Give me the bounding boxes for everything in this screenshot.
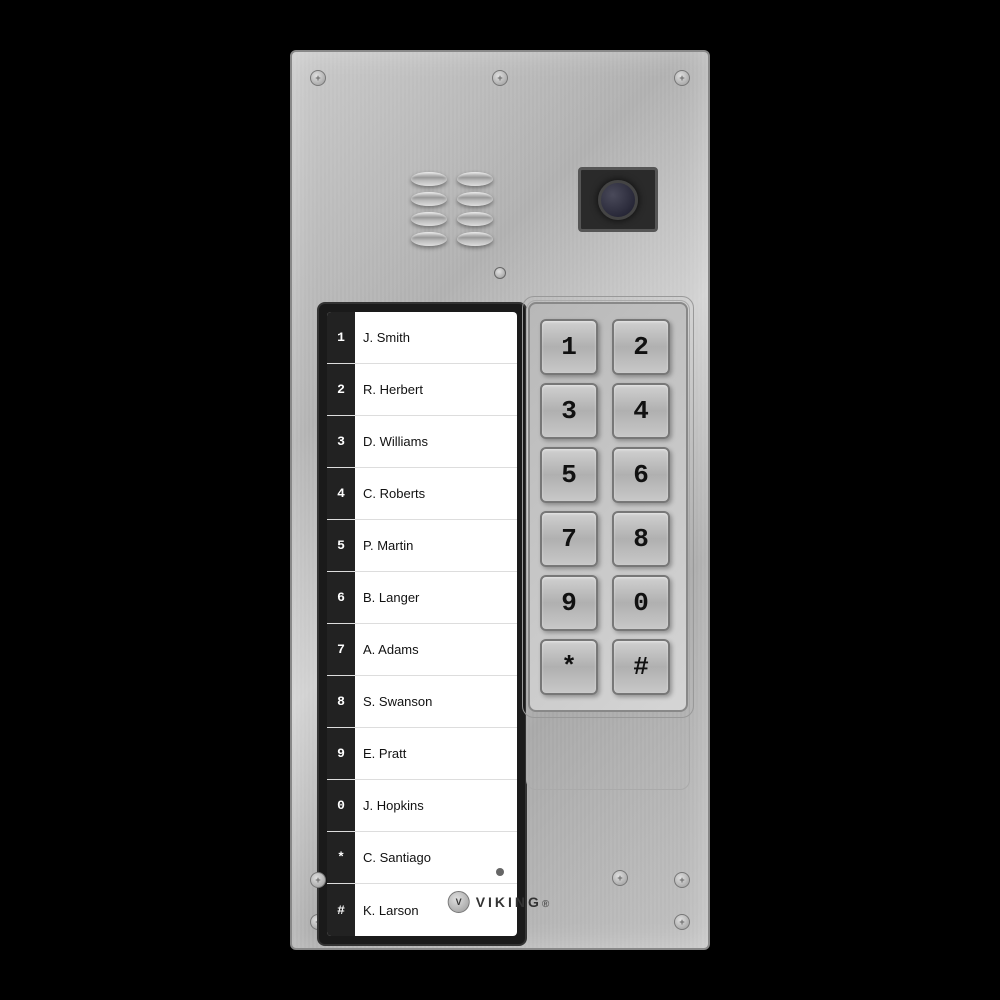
camera [578, 167, 658, 232]
key-button-4[interactable]: 4 [612, 383, 670, 439]
directory-name: J. Smith [355, 330, 418, 345]
keypad-section: 1234567890*# [528, 302, 688, 712]
directory-panel: 1J. Smith2R. Herbert3D. Williams4C. Robe… [317, 302, 527, 946]
key-button-9[interactable]: 9 [540, 575, 598, 631]
key-button-2[interactable]: 2 [612, 319, 670, 375]
directory-name: R. Herbert [355, 382, 431, 397]
key-button-1[interactable]: 1 [540, 319, 598, 375]
directory-name: D. Williams [355, 434, 436, 449]
directory-row[interactable]: *C. Santiago [327, 832, 517, 884]
key-button-8[interactable]: 8 [612, 511, 670, 567]
directory-name: C. Roberts [355, 486, 433, 501]
directory-key: 3 [327, 416, 355, 467]
speaker-bump [457, 232, 493, 246]
speaker-row-3 [372, 212, 532, 226]
speaker-bump [411, 172, 447, 186]
directory-key: # [327, 884, 355, 936]
brand-name: VIKING® [476, 894, 553, 910]
directory-key: 6 [327, 572, 355, 623]
camera-lens [598, 180, 638, 220]
speaker-row-4 [372, 232, 532, 246]
key-button-7[interactable]: 7 [540, 511, 598, 567]
speaker-bump [457, 192, 493, 206]
screw-bottom-right [674, 914, 690, 930]
directory-key: 4 [327, 468, 355, 519]
led-indicator [494, 267, 506, 279]
directory-name: A. Adams [355, 642, 427, 657]
directory-name: B. Langer [355, 590, 427, 605]
directory-row[interactable]: 9E. Pratt [327, 728, 517, 780]
brand-symbol: ® [542, 899, 552, 910]
screw-top-left [310, 70, 326, 86]
directory-name: P. Martin [355, 538, 421, 553]
speaker-bump [411, 212, 447, 226]
speaker-bump [457, 212, 493, 226]
speaker-bump [411, 192, 447, 206]
directory-name: K. Larson [355, 903, 427, 918]
directory-row[interactable]: 8S. Swanson [327, 676, 517, 728]
logo-icon: V [448, 891, 470, 913]
screw-top-center [492, 70, 508, 86]
directory-key: 2 [327, 364, 355, 415]
directory-row[interactable]: 6B. Langer [327, 572, 517, 624]
directory-key: * [327, 832, 355, 883]
directory-name: C. Santiago [355, 850, 439, 865]
directory-key: 8 [327, 676, 355, 727]
keypad-grid: 1234567890*# [540, 319, 676, 695]
directory-key: 5 [327, 520, 355, 571]
directory-key: 1 [327, 312, 355, 363]
directory-key: 0 [327, 780, 355, 831]
screw-bottom-right2 [674, 872, 690, 888]
directory-row[interactable]: 3D. Williams [327, 416, 517, 468]
speaker-row-2 [372, 192, 532, 206]
directory-name: J. Hopkins [355, 798, 432, 813]
key-button-#[interactable]: # [612, 639, 670, 695]
speaker-bump [457, 172, 493, 186]
key-button-*[interactable]: * [540, 639, 598, 695]
directory-row[interactable]: 0J. Hopkins [327, 780, 517, 832]
directory-name: E. Pratt [355, 746, 414, 761]
directory-key: 7 [327, 624, 355, 675]
key-button-6[interactable]: 6 [612, 447, 670, 503]
directory-row[interactable]: 7A. Adams [327, 624, 517, 676]
directory-name: S. Swanson [355, 694, 440, 709]
brand-logo: V VIKING® [448, 891, 553, 913]
bottom-dot [496, 868, 504, 876]
directory-key: 9 [327, 728, 355, 779]
key-button-0[interactable]: 0 [612, 575, 670, 631]
speaker-row-1 [372, 172, 532, 186]
key-button-5[interactable]: 5 [540, 447, 598, 503]
directory-row[interactable]: 1J. Smith [327, 312, 517, 364]
screw-top-right [674, 70, 690, 86]
key-button-3[interactable]: 3 [540, 383, 598, 439]
directory-list: 1J. Smith2R. Herbert3D. Williams4C. Robe… [327, 312, 517, 936]
directory-row[interactable]: 2R. Herbert [327, 364, 517, 416]
speaker-bump [411, 232, 447, 246]
intercom-panel: 1J. Smith2R. Herbert3D. Williams4C. Robe… [290, 50, 710, 950]
directory-row[interactable]: 5P. Martin [327, 520, 517, 572]
speaker-grille [372, 172, 532, 246]
directory-row[interactable]: 4C. Roberts [327, 468, 517, 520]
screw-bottom-center-right [612, 870, 628, 886]
screw-bottom-left2 [310, 872, 326, 888]
